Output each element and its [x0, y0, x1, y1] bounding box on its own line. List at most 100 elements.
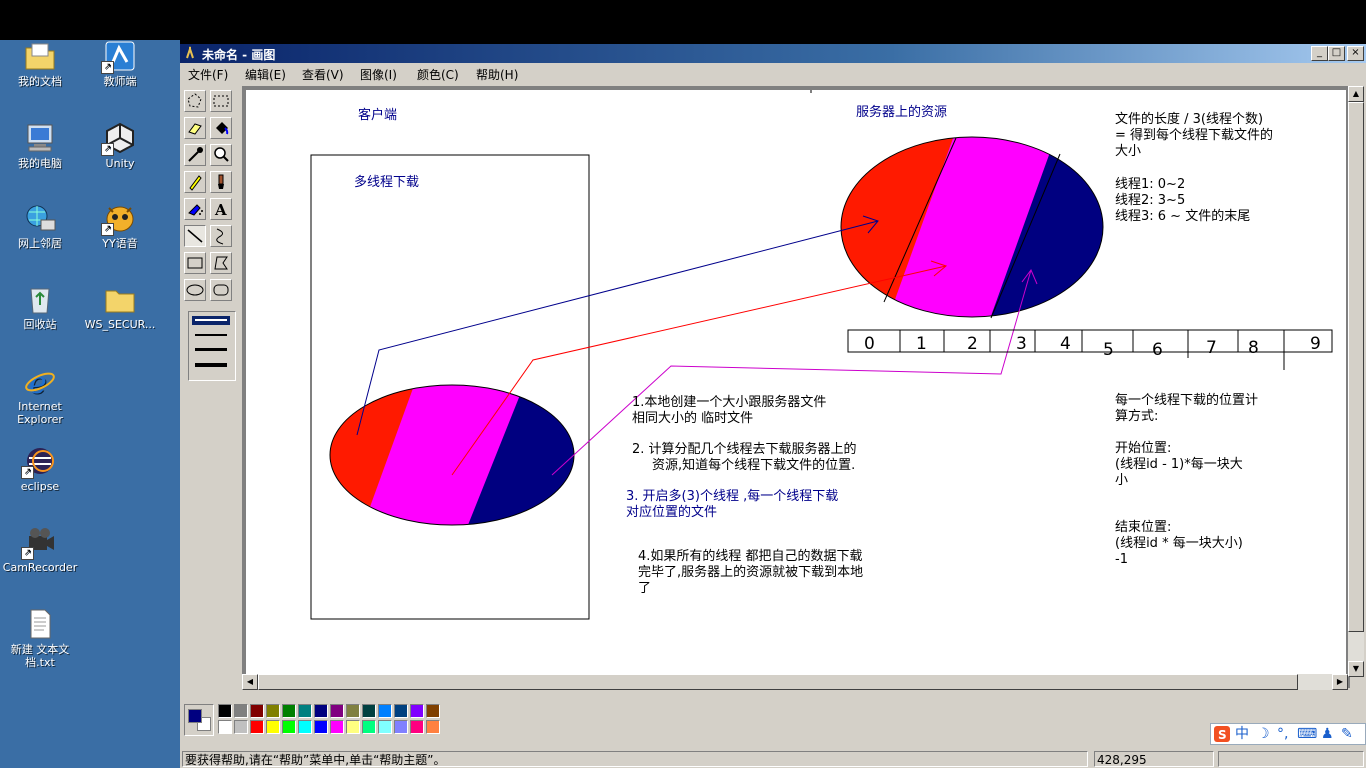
color-swatch[interactable]: [266, 704, 280, 718]
ime-mode[interactable]: 中: [1235, 724, 1249, 744]
horizontal-scroll-thumb[interactable]: [258, 674, 1298, 690]
computer-icon: [23, 122, 57, 154]
internet-explorer-icon: e: [23, 365, 57, 401]
curve-tool[interactable]: [210, 225, 232, 247]
scroll-left-button[interactable]: ◀: [242, 674, 258, 690]
color-picker-tool[interactable]: [184, 144, 206, 166]
text-tool[interactable]: A: [210, 198, 232, 220]
start-position-text: (线程id - 1)*每一块大: [1115, 456, 1243, 472]
brush-tool[interactable]: [210, 171, 232, 193]
thread-range-text: 线程2: 3~5: [1115, 193, 1185, 208]
polygon-tool[interactable]: [210, 252, 232, 274]
desktop-icon-eclipse[interactable]: eclipse: [0, 445, 80, 493]
color-swatch[interactable]: [394, 720, 408, 734]
number-line-label: 5: [1103, 340, 1114, 360]
color-swatch[interactable]: [282, 704, 296, 718]
close-button[interactable]: ×: [1347, 46, 1364, 61]
rounded-rectangle-tool[interactable]: [210, 279, 232, 301]
ellipse-tool[interactable]: [184, 279, 206, 301]
color-swatch[interactable]: [250, 704, 264, 718]
color-swatch[interactable]: [346, 704, 360, 718]
end-position-text: -1: [1115, 552, 1128, 567]
vertical-scroll-thumb[interactable]: [1348, 102, 1364, 632]
desktop-icon-unity[interactable]: Unity: [80, 122, 160, 170]
color-swatch[interactable]: [330, 720, 344, 734]
title-bar[interactable]: 未命名 - 画图 _ □ ×: [180, 44, 1366, 63]
fill-tool[interactable]: [210, 117, 232, 139]
color-swatch[interactable]: [426, 720, 440, 734]
color-swatch[interactable]: [314, 704, 328, 718]
color-swatch[interactable]: [362, 720, 376, 734]
color-swatch[interactable]: [218, 704, 232, 718]
pencil-tool[interactable]: [184, 171, 206, 193]
color-swatch[interactable]: [362, 704, 376, 718]
punctuation-icon[interactable]: °,: [1277, 724, 1288, 744]
airbrush-tool[interactable]: [184, 198, 206, 220]
status-message: 要获得帮助,请在“帮助”菜单中,单击“帮助主题”。: [182, 751, 1088, 767]
color-palette: [180, 700, 1366, 746]
desktop-icon-teacher[interactable]: 教师端: [80, 40, 160, 88]
color-swatch[interactable]: [378, 720, 392, 734]
color-swatch[interactable]: [282, 720, 296, 734]
color-swatch[interactable]: [410, 720, 424, 734]
desktop-icon-camrecorder[interactable]: CamRecorder: [0, 526, 80, 574]
desktop-icon-network[interactable]: 网上邻居: [0, 202, 80, 250]
sogou-icon[interactable]: S: [1214, 724, 1230, 749]
halfwidth-moon-icon[interactable]: ☽: [1257, 724, 1270, 744]
rectangle-tool[interactable]: [184, 252, 206, 274]
color-swatch[interactable]: [314, 720, 328, 734]
maximize-button[interactable]: □: [1328, 46, 1345, 61]
desktop-icon-label: CamRecorder: [2, 561, 78, 574]
color-swatch[interactable]: [218, 720, 232, 734]
scroll-up-button[interactable]: ▲: [1348, 86, 1364, 102]
scroll-down-button[interactable]: ▼: [1348, 661, 1364, 677]
color-swatch[interactable]: [410, 704, 424, 718]
menu-image[interactable]: 图像(I): [360, 66, 397, 83]
vertical-scrollbar[interactable]: ▲ ▼: [1348, 86, 1364, 677]
menu-edit[interactable]: 编辑(E): [245, 66, 286, 83]
menu-view[interactable]: 查看(V): [302, 66, 344, 83]
desktop-icon-label: 回收站: [23, 318, 57, 331]
color-swatch[interactable]: [298, 720, 312, 734]
ime-toolbar[interactable]: S 中 ☽ °, ⌨ ♟ ✎: [1210, 723, 1366, 745]
desktop-icon-recycle-bin[interactable]: 回收站: [0, 283, 80, 331]
color-swatch[interactable]: [426, 704, 440, 718]
color-swatch[interactable]: [266, 720, 280, 734]
yy-voice-icon: [101, 202, 137, 236]
free-select-tool[interactable]: [184, 90, 206, 112]
color-swatch[interactable]: [298, 704, 312, 718]
rect-select-tool[interactable]: [210, 90, 232, 112]
color-swatch[interactable]: [346, 720, 360, 734]
number-line-label: 1: [916, 334, 927, 354]
color-swatch[interactable]: [234, 704, 248, 718]
color-swatch[interactable]: [250, 720, 264, 734]
magnifier-tool[interactable]: [210, 144, 232, 166]
color-swatch[interactable]: [378, 704, 392, 718]
keyboard-icon[interactable]: ⌨: [1297, 724, 1317, 744]
step-text: 了: [638, 581, 651, 596]
user-icon[interactable]: ♟: [1321, 724, 1334, 744]
drawing-canvas[interactable]: 0 1 2 3 4 5 6 7 8 9 客户端 多线程下载 服务器上的资源 文件…: [246, 90, 1346, 686]
color-swatch[interactable]: [394, 704, 408, 718]
color-swatch[interactable]: [330, 704, 344, 718]
current-colors[interactable]: [184, 704, 214, 736]
color-swatch[interactable]: [234, 720, 248, 734]
desktop-icon-ws-secur[interactable]: WS_SECUR...: [80, 283, 160, 331]
menu-colors[interactable]: 颜色(C): [417, 66, 459, 83]
menu-file[interactable]: 文件(F): [188, 66, 228, 83]
desktop-icon-label: 新建 文本文档.txt: [10, 643, 70, 669]
settings-wrench-icon[interactable]: ✎: [1341, 724, 1353, 744]
desktop-icon-my-computer[interactable]: 我的电脑: [0, 122, 80, 170]
line-width-selector[interactable]: [188, 311, 236, 381]
desktop-icon-ie[interactable]: e Internet Explorer: [0, 365, 80, 426]
desktop-icon-yy[interactable]: YY语音: [80, 202, 160, 250]
horizontal-scrollbar[interactable]: ◀ ▶: [242, 674, 1348, 690]
desktop-icon-text-file[interactable]: 新建 文本文档.txt: [0, 608, 80, 669]
menu-help[interactable]: 帮助(H): [476, 66, 518, 83]
line-tool[interactable]: [184, 225, 206, 247]
eraser-tool[interactable]: [184, 117, 206, 139]
desktop-icon-my-documents[interactable]: 我的文档: [0, 40, 80, 88]
minimize-button[interactable]: _: [1311, 46, 1328, 61]
scroll-right-button[interactable]: ▶: [1332, 674, 1348, 690]
foreground-color-swatch[interactable]: [188, 709, 202, 723]
